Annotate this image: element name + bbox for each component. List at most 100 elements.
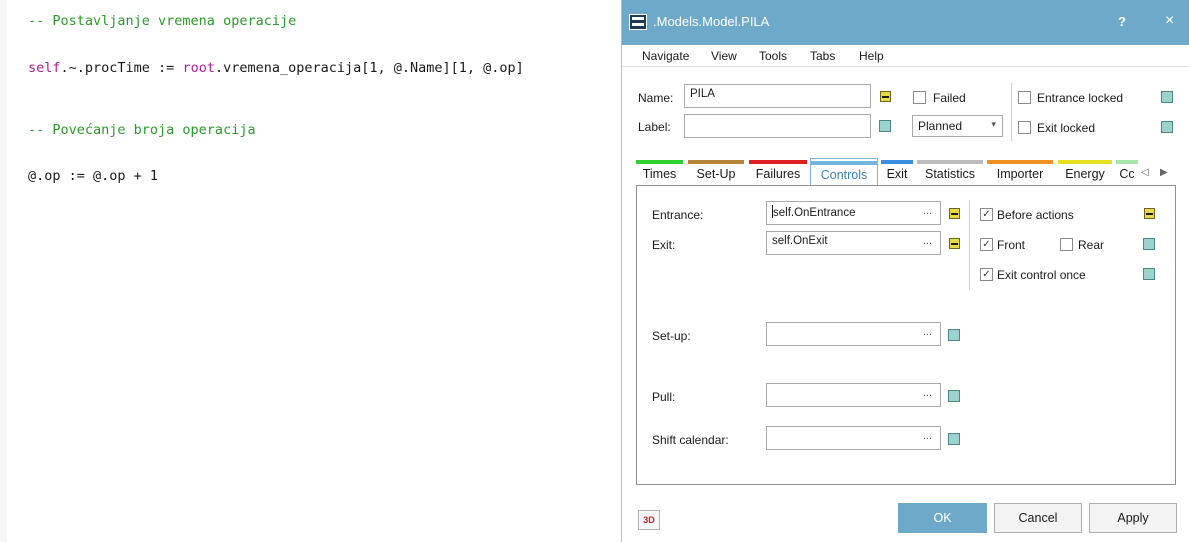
menu-tabs[interactable]: Tabs: [810, 49, 835, 63]
tab-set-up[interactable]: Set-Up: [688, 158, 744, 186]
object-dialog: .Models.Model.PILA ? × Navigate View Too…: [621, 0, 1189, 542]
tab-scroll-right-icon[interactable]: ▶: [1160, 167, 1168, 178]
tab-color-bar: [881, 160, 913, 164]
entrance-locked-checkbox[interactable]: [1018, 91, 1031, 104]
code-editor[interactable]: -- Postavljanje vremena operacije self.~…: [0, 0, 621, 542]
pull-method-input[interactable]: ...: [766, 383, 941, 407]
keyword-root: root: [182, 60, 215, 76]
code-line-1[interactable]: -- Postavljanje vremena operacije: [28, 13, 296, 29]
entrance-inherit-icon[interactable]: [949, 208, 960, 219]
failed-checkbox[interactable]: [913, 91, 926, 104]
apply-button[interactable]: Apply: [1089, 503, 1177, 533]
entrance-method-value: self.OnEntrance: [773, 207, 856, 219]
browse-dots[interactable]: ...: [923, 387, 932, 399]
label-input[interactable]: [684, 114, 871, 138]
exit-label: Exit:: [652, 238, 676, 252]
shift-calendar-inherit-icon[interactable]: [948, 433, 960, 445]
pull-inherit-icon[interactable]: [948, 390, 960, 402]
tab-label: Energy: [1065, 167, 1105, 181]
status-value: Planned: [918, 119, 963, 133]
menu-navigate[interactable]: Navigate: [642, 49, 689, 63]
exit-locked-checkbox[interactable]: [1018, 121, 1031, 134]
menu-bar: Navigate View Tools Tabs Help: [622, 45, 1189, 67]
tab-label: Cc: [1119, 167, 1135, 181]
entrance-method-input[interactable]: self.OnEntrance...: [766, 201, 941, 225]
code-line-3[interactable]: -- Povećanje broja operacija: [28, 122, 256, 138]
menu-view[interactable]: View: [711, 49, 737, 63]
exit-method-input[interactable]: self.OnExit...: [766, 231, 941, 255]
keyword-self: self: [28, 60, 61, 76]
exit-control-once-label: Exit control once: [997, 268, 1086, 282]
tab-failures[interactable]: Failures: [749, 158, 807, 186]
tab-energy[interactable]: Energy: [1058, 158, 1112, 186]
entrance-locked-label: Entrance locked: [1037, 91, 1124, 105]
before-actions-inherit-icon[interactable]: [1144, 208, 1155, 219]
front-rear-inherit-icon[interactable]: [1143, 238, 1155, 250]
title-bar[interactable]: .Models.Model.PILA ? ×: [622, 0, 1189, 45]
exit-method-value: self.OnExit: [772, 235, 828, 247]
tab-color-bar: [1116, 160, 1138, 164]
entrance-locked-inherit-icon[interactable]: [1161, 91, 1173, 103]
close-button[interactable]: ×: [1165, 12, 1174, 30]
tab-color-bar: [749, 160, 807, 164]
window-app-icon: [629, 14, 647, 30]
shift-calendar-input[interactable]: ...: [766, 426, 941, 450]
browse-dots[interactable]: ...: [923, 205, 932, 217]
name-input[interactable]: PILA: [684, 84, 871, 108]
browse-dots[interactable]: ...: [923, 326, 932, 338]
exit-control-once-checkbox[interactable]: [980, 268, 993, 281]
tab-label: Statistics: [924, 167, 975, 181]
name-inherit-icon[interactable]: [880, 91, 891, 102]
3d-view-button[interactable]: 3D: [638, 510, 660, 530]
tab-importer[interactable]: Importer: [987, 158, 1053, 186]
code-line-4[interactable]: @.op := @.op + 1: [28, 168, 158, 184]
status-select[interactable]: Planned ▾: [912, 115, 1003, 137]
setup-label: Set-up:: [652, 329, 691, 343]
setup-inherit-icon[interactable]: [948, 329, 960, 341]
controls-divider: [969, 200, 970, 290]
tab-label: Set-Up: [696, 167, 736, 181]
before-actions-label: Before actions: [997, 208, 1074, 222]
tab-color-bar: [688, 160, 744, 164]
shift-calendar-label: Shift calendar:: [652, 433, 729, 447]
tab-color-bar: [811, 161, 877, 165]
browse-dots[interactable]: ...: [923, 235, 932, 247]
label-inherit-icon[interactable]: [879, 120, 891, 132]
exit-inherit-icon[interactable]: [949, 238, 960, 249]
entrance-label: Entrance:: [652, 208, 704, 222]
tab-scroll-left-icon[interactable]: ◁: [1141, 167, 1149, 178]
tab-color-bar: [1058, 160, 1112, 164]
tab-cc[interactable]: Cc: [1116, 158, 1138, 186]
front-label: Front: [997, 238, 1026, 252]
tab-color-bar: [987, 160, 1053, 164]
tab-exit[interactable]: Exit: [881, 158, 913, 186]
menu-help[interactable]: Help: [859, 49, 884, 63]
exit-locked-inherit-icon[interactable]: [1161, 121, 1173, 133]
editor-gutter: [0, 0, 7, 542]
code-text: .vremena_operacija[1, @.Name][1, @.op]: [214, 60, 524, 76]
failed-label: Failed: [933, 91, 966, 105]
front-checkbox[interactable]: [980, 238, 993, 251]
tab-times[interactable]: Times: [636, 158, 683, 186]
exit-control-once-inherit-icon[interactable]: [1143, 268, 1155, 280]
help-button[interactable]: ?: [1118, 14, 1126, 29]
tab-color-bar: [636, 160, 683, 164]
menu-tools[interactable]: Tools: [759, 49, 787, 63]
controls-panel: Entrance: self.OnEntrance... Exit: self.…: [636, 185, 1176, 485]
name-label: Name:: [638, 91, 674, 105]
browse-dots[interactable]: ...: [923, 430, 932, 442]
cancel-button[interactable]: Cancel: [994, 503, 1082, 533]
code-text: .~.procTime :=: [60, 60, 183, 76]
tab-statistics[interactable]: Statistics: [917, 158, 983, 186]
window-title: .Models.Model.PILA: [653, 14, 770, 29]
exit-locked-label: Exit locked: [1037, 121, 1096, 135]
tab-controls[interactable]: Controls: [810, 158, 878, 186]
tab-label: Failures: [755, 167, 801, 181]
tab-label: Times: [642, 167, 677, 181]
pull-label: Pull:: [652, 390, 676, 404]
setup-method-input[interactable]: ...: [766, 322, 941, 346]
code-line-2[interactable]: self.~.procTime := root.vremena_operacij…: [28, 60, 524, 76]
rear-checkbox[interactable]: [1060, 238, 1073, 251]
before-actions-checkbox[interactable]: [980, 208, 993, 221]
ok-button[interactable]: OK: [898, 503, 987, 533]
